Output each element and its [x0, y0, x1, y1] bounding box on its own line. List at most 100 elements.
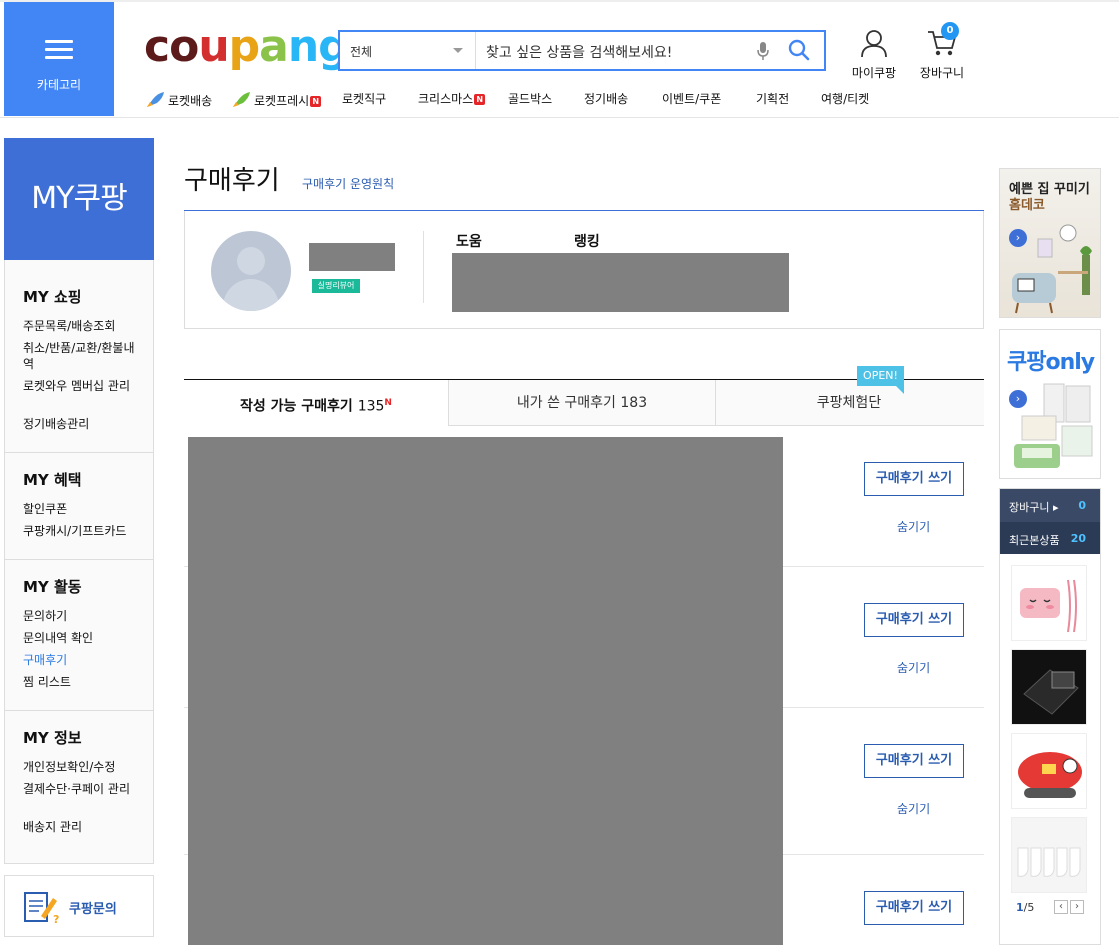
- nav-item-events[interactable]: 이벤트/쿠폰: [662, 90, 721, 107]
- search-icon[interactable]: [788, 39, 810, 61]
- recent-item-thumbnail[interactable]: [1011, 565, 1087, 641]
- cart-link[interactable]: 0 장바구니: [914, 22, 970, 81]
- username-redacted: [309, 243, 395, 271]
- sidebar-group-title: MY 혜택: [23, 471, 82, 489]
- nav-label: 이벤트/쿠폰: [662, 92, 722, 106]
- my-coupang-label: 마이쿠팡: [851, 66, 897, 80]
- sidebar-group-shopping: MY 쇼핑 주문목록/배송조회 취소/반품/교환/환불내역 로켓와우 멤버십 관…: [5, 260, 153, 453]
- tab-my-reviews[interactable]: 내가 쓴 구매후기 183: [449, 380, 716, 426]
- ad-title: 쿠팡only: [1007, 350, 1095, 375]
- hamburger-icon: [45, 40, 73, 64]
- side-cart-count: 0: [1078, 499, 1086, 512]
- black-case-image: [1012, 650, 1086, 724]
- sidebar-item-personal-info[interactable]: 개인정보확인/수정: [23, 759, 141, 775]
- pink-powerbank-image: [1012, 566, 1086, 640]
- hide-link[interactable]: 숨기기: [897, 659, 930, 676]
- header-divider: [0, 117, 1119, 118]
- sidebar-item-reviews[interactable]: 구매후기: [23, 652, 141, 668]
- nav-label: 크리스마스: [418, 92, 474, 106]
- review-tabs: 작성 가능 구매후기 135N 내가 쓴 구매후기 183 쿠팡체험단: [184, 379, 984, 426]
- products-illustration: [1014, 383, 1093, 468]
- side-cart-label: 장바구니 ▸: [1009, 501, 1059, 514]
- my-coupang-title[interactable]: MY쿠팡: [4, 138, 154, 260]
- microphone-icon[interactable]: [756, 41, 770, 61]
- sidebar-item-wow-membership[interactable]: 로켓와우 멤버십 관리: [23, 378, 141, 394]
- sidebar-item-inquiry-history[interactable]: 문의내역 확인: [23, 630, 141, 646]
- tab-writable-reviews[interactable]: 작성 가능 구매후기 135N: [184, 380, 449, 426]
- product-list-redacted: [188, 437, 783, 945]
- sidebar-item-returns[interactable]: 취소/반품/교환/환불내역: [23, 340, 141, 372]
- sidebar-group-title: MY 활동: [23, 578, 82, 596]
- caret-down-icon: [453, 48, 463, 53]
- page-total: /5: [1023, 901, 1035, 914]
- search-input[interactable]: 찾고 싶은 상품을 검색해보세요!: [486, 42, 672, 62]
- cart-count-badge: 0: [941, 22, 959, 40]
- nav-item-christmas[interactable]: 크리스마스 N: [418, 90, 486, 107]
- recent-item-thumbnail[interactable]: [1011, 649, 1087, 725]
- clipboard-pencil-icon: ?: [24, 892, 59, 924]
- hide-link[interactable]: 숨기기: [897, 800, 930, 817]
- page-current: 1: [1016, 901, 1024, 914]
- sidebar-item-cash[interactable]: 쿠팡캐시/기프트카드: [23, 523, 141, 539]
- sidebar-group-title: MY 쇼핑: [23, 288, 82, 306]
- hide-link[interactable]: 숨기기: [897, 518, 930, 535]
- nav-item-exhibitions[interactable]: 기획전: [756, 90, 789, 107]
- sidebar-group-activity: MY 활동 문의하기 문의내역 확인 구매후기 찜 리스트: [5, 560, 153, 711]
- sidebar-item-wishlist[interactable]: 찜 리스트: [23, 674, 141, 690]
- sidebar: MY 쇼핑 주문목록/배송조회 취소/반품/교환/환불내역 로켓와우 멤버십 관…: [4, 260, 154, 864]
- recent-items-header: 최근본상품 20: [1000, 522, 1100, 554]
- home-deco-ad[interactable]: 예쁜 집 꾸미기 홈데코 ›: [999, 168, 1101, 318]
- nav-label: 기획전: [756, 92, 790, 106]
- write-review-button[interactable]: 구매후기 쓰기: [864, 462, 964, 496]
- nav-label: 로켓배송: [168, 94, 213, 108]
- nav-label: 정기배송: [584, 92, 629, 106]
- nav-item-rocket-fresh[interactable]: 로켓프레시 N: [230, 90, 322, 110]
- nav-item-rocket-direct[interactable]: 로켓직구: [342, 90, 386, 107]
- sidebar-item-address[interactable]: 배송지 관리: [23, 819, 141, 835]
- rank-stat-label: 랭킹: [574, 234, 600, 250]
- recent-item-thumbnail[interactable]: [1011, 817, 1087, 893]
- sidebar-item-inquiry[interactable]: 문의하기: [23, 608, 141, 624]
- nav-item-rocket-delivery[interactable]: 로켓배송: [144, 90, 212, 110]
- sidebar-item-orders[interactable]: 주문목록/배송조회: [23, 318, 141, 334]
- coupang-logo[interactable]: coupang: [144, 22, 350, 72]
- nav-item-subscription[interactable]: 정기배송: [584, 90, 628, 107]
- recent-item-thumbnail[interactable]: [1011, 733, 1087, 809]
- side-cart-link[interactable]: 장바구니 ▸ 0: [1000, 489, 1100, 522]
- user-icon: [861, 30, 887, 58]
- coupang-only-ad[interactable]: 쿠팡only ›: [999, 329, 1101, 479]
- inquiry-label: 쿠팡문의: [69, 902, 117, 917]
- nav-label: 로켓직구: [342, 92, 387, 106]
- search-bar: 전체 찾고 싶은 상품을 검색해보세요!: [338, 30, 826, 71]
- write-review-button[interactable]: 구매후기 쓰기: [864, 891, 964, 925]
- search-scope-select[interactable]: 전체: [340, 32, 476, 69]
- sidebar-item-subscription[interactable]: 정기배송관리: [23, 416, 141, 432]
- my-coupang-link[interactable]: 마이쿠팡: [846, 28, 902, 81]
- sidebar-item-payment[interactable]: 결제수단·쿠페이 관리: [23, 781, 141, 797]
- tab-count: 183: [620, 395, 648, 411]
- coupang-inquiry-box[interactable]: ? 쿠팡문의: [4, 875, 154, 937]
- write-review-button[interactable]: 구매후기 쓰기: [864, 744, 964, 778]
- svg-text:?: ?: [53, 913, 59, 924]
- tab-count: 135: [357, 398, 385, 415]
- sidebar-group-info: MY 정보 개인정보확인/수정 결제수단·쿠페이 관리 배송지 관리: [5, 711, 153, 863]
- review-policy-link[interactable]: 구매후기 운영원칙: [302, 175, 394, 192]
- nav-item-goldbox[interactable]: 골드박스: [508, 90, 552, 107]
- recent-pager: 1/5: [1016, 901, 1034, 914]
- prev-page-button[interactable]: ‹: [1054, 900, 1068, 914]
- nav-item-travel[interactable]: 여행/티켓: [821, 90, 869, 107]
- help-stat-label: 도움: [456, 234, 482, 250]
- white-socks-image: [1012, 818, 1086, 892]
- write-review-button[interactable]: 구매후기 쓰기: [864, 603, 964, 637]
- nav-label: 여행/티켓: [821, 92, 870, 106]
- next-page-button[interactable]: ›: [1070, 900, 1084, 914]
- avatar: [211, 231, 291, 311]
- open-badge: OPEN!: [857, 366, 904, 394]
- sidebar-item-coupons[interactable]: 할인쿠폰: [23, 501, 141, 517]
- category-button[interactable]: 카테고리: [4, 2, 114, 116]
- furniture-illustration: [1012, 224, 1092, 314]
- sidebar-group-benefits: MY 혜택 할인쿠폰 쿠팡캐시/기프트카드: [5, 453, 153, 560]
- tab-experience-group[interactable]: 쿠팡체험단: [716, 380, 982, 426]
- tab-label: 쿠팡체험단: [816, 395, 882, 411]
- profile-divider: [423, 231, 424, 303]
